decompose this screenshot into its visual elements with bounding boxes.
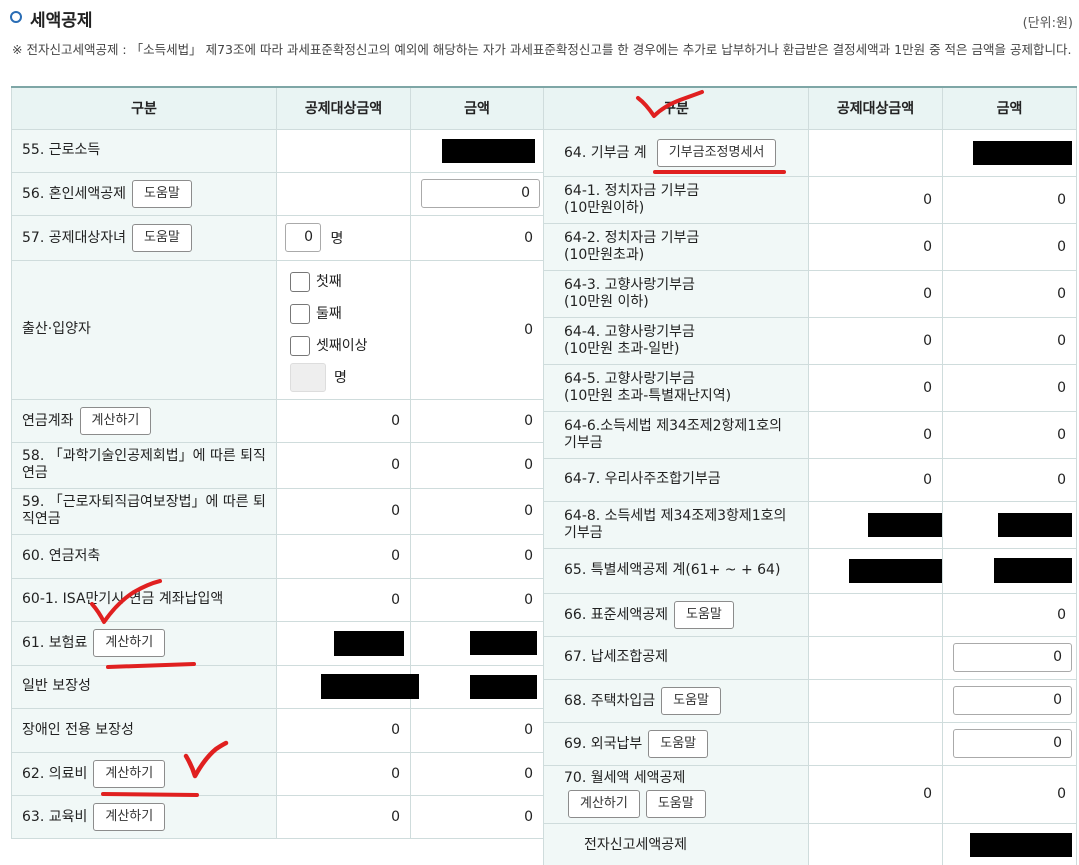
red-checkmark-icon <box>90 579 162 624</box>
red-checkmark-icon <box>636 90 704 118</box>
red-checkmark-icon <box>183 740 229 779</box>
red-underline <box>106 662 196 669</box>
annotation-overlay <box>90 90 786 797</box>
red-underline <box>101 792 199 797</box>
